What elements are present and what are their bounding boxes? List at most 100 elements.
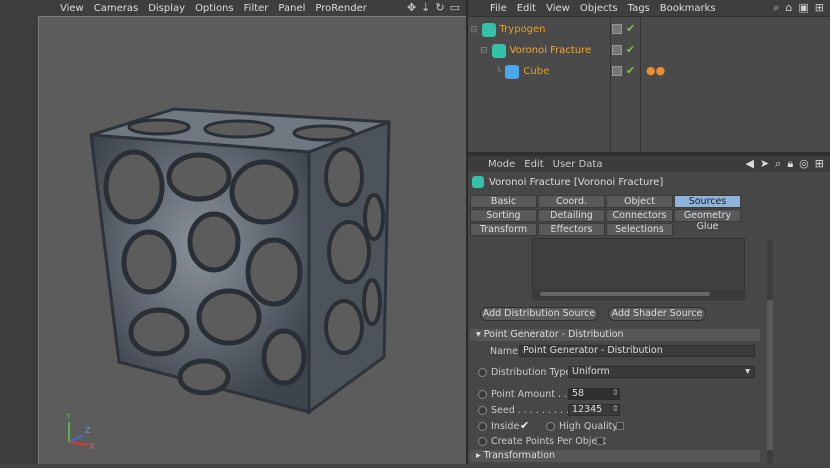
stepper-arrows-icon[interactable]: ⇕ xyxy=(612,404,619,413)
animate-radio[interactable] xyxy=(478,390,487,399)
tab-effectors[interactable]: Effectors xyxy=(538,223,605,236)
menu-display[interactable]: Display xyxy=(148,3,185,14)
am-vscroll-thumb[interactable] xyxy=(767,300,773,450)
viewport-3d[interactable]: Y Z X xyxy=(38,16,466,464)
high-quality-label: High Quality xyxy=(559,421,618,432)
dolly-icon[interactable]: ⇣ xyxy=(421,1,430,14)
tab-object[interactable]: Object xyxy=(606,195,673,208)
home-icon[interactable]: ⌂ xyxy=(785,1,792,15)
menu-view[interactable]: View xyxy=(60,3,84,14)
name-field[interactable]: Point Generator - Distribution xyxy=(519,345,755,357)
tab-detailing[interactable]: Detailing xyxy=(538,209,605,222)
animate-radio[interactable] xyxy=(478,437,487,446)
visibility-toggle[interactable] xyxy=(612,45,622,55)
om-menu-file[interactable]: File xyxy=(490,3,507,14)
am-menu-mode[interactable]: Mode xyxy=(488,159,515,170)
svg-text:Z: Z xyxy=(85,426,91,435)
om-menu-objects[interactable]: Objects xyxy=(580,3,618,14)
lock-icon[interactable]: ▣ xyxy=(798,1,808,15)
tree-collapse-icon[interactable]: ⊟ xyxy=(480,46,488,56)
tab-selections[interactable]: Selections xyxy=(606,223,673,236)
menu-filter[interactable]: Filter xyxy=(244,3,269,14)
am-menu-userdata[interactable]: User Data xyxy=(553,159,603,170)
svg-text:Y: Y xyxy=(65,412,71,421)
lock-icon[interactable]: 🔒︎ xyxy=(787,157,793,171)
visibility-toggle[interactable] xyxy=(612,24,622,34)
material-tag-icon[interactable]: ●● xyxy=(646,64,665,77)
name-label: Name xyxy=(490,346,519,357)
tree-collapse-icon[interactable]: ⊟ xyxy=(470,25,478,35)
maximize-icon[interactable]: ▭ xyxy=(450,1,460,14)
animate-radio[interactable] xyxy=(478,422,487,431)
distribution-type-select[interactable]: Uniform ▾ xyxy=(568,366,755,378)
stepper-arrows-icon[interactable]: ⇕ xyxy=(612,388,619,397)
distribution-type-label: Distribution Type xyxy=(491,367,572,378)
object-row-trypogen[interactable]: ⊟ Trypogen ✔ xyxy=(468,19,830,40)
object-name-trypogen[interactable]: Trypogen xyxy=(500,24,546,35)
voronoi-fracture-icon xyxy=(491,43,506,58)
enabled-check-icon[interactable]: ✔ xyxy=(626,22,635,35)
object-row-cube[interactable]: └ Cube ✔ ●● xyxy=(468,61,830,82)
trypogen-icon xyxy=(481,22,496,37)
tab-transform[interactable]: Transform xyxy=(470,223,537,236)
om-menu-view[interactable]: View xyxy=(546,3,570,14)
object-manager: ⊟ Trypogen ✔ ⊟ Voronoi Fracture ✔ └ Cube… xyxy=(468,16,830,152)
menu-cameras[interactable]: Cameras xyxy=(94,3,138,14)
tab-sources[interactable]: Sources xyxy=(674,195,741,208)
cursor-icon[interactable]: ➤ xyxy=(760,157,769,171)
section-transformation[interactable]: ▸ Transformation xyxy=(470,450,760,462)
viewport-nav-icons: ✥ ⇣ ↻ ▭ xyxy=(407,1,460,14)
am-title: Voronoi Fracture [Voronoi Fracture] xyxy=(472,176,663,188)
attribute-manager-menubar: Mode Edit User Data ◀ ➤ ⌕ 🔒︎ ◎ ⊞ xyxy=(468,156,830,172)
voronoi-cube-render: Y Z X xyxy=(65,107,391,451)
expand-icon[interactable]: ⊞ xyxy=(815,1,824,15)
tab-connectors[interactable]: Connectors xyxy=(606,209,673,222)
object-row-voronoi[interactable]: ⊟ Voronoi Fracture ✔ xyxy=(468,40,830,61)
menu-prorender[interactable]: ProRender xyxy=(315,3,366,14)
new-panel-icon[interactable]: ⊞ xyxy=(815,157,824,171)
am-toolbar-icons: ◀ ➤ ⌕ 🔒︎ ◎ ⊞ xyxy=(745,157,824,171)
tab-sorting[interactable]: Sorting xyxy=(470,209,537,222)
section-point-generator[interactable]: ▾ Point Generator - Distribution xyxy=(470,329,760,341)
tab-basic[interactable]: Basic xyxy=(470,195,537,208)
add-shader-source-button[interactable]: Add Shader Source xyxy=(608,307,706,321)
object-manager-menubar: File Edit View Objects Tags Bookmarks ⌕ … xyxy=(468,0,830,16)
section-point-generator-label: Point Generator - Distribution xyxy=(483,329,624,340)
om-menu-edit[interactable]: Edit xyxy=(517,3,536,14)
search-icon[interactable]: ⌕ xyxy=(773,1,779,15)
animate-radio[interactable] xyxy=(546,422,555,431)
menu-options[interactable]: Options xyxy=(195,3,234,14)
create-points-label: Create Points Per Object xyxy=(491,436,607,447)
seed-label: Seed . . . . . . . . . xyxy=(491,405,570,416)
am-menu-edit[interactable]: Edit xyxy=(524,159,543,170)
menu-panel[interactable]: Panel xyxy=(278,3,305,14)
voronoi-fracture-icon xyxy=(472,176,484,188)
back-arrow-icon[interactable]: ◀ xyxy=(745,157,753,171)
move-view-icon[interactable]: ✥ xyxy=(407,1,416,14)
search-icon[interactable]: ⌕ xyxy=(775,157,781,171)
inside-label: Inside xyxy=(491,421,520,432)
cube-icon xyxy=(505,64,520,79)
animate-radio[interactable] xyxy=(478,406,487,415)
am-object-title: Voronoi Fracture [Voronoi Fracture] xyxy=(489,176,664,188)
visibility-toggle[interactable] xyxy=(612,66,622,76)
add-distribution-source-button[interactable]: Add Distribution Source xyxy=(480,307,598,321)
inside-checkbox-check-icon[interactable]: ✔ xyxy=(520,419,529,432)
create-points-checkbox[interactable] xyxy=(596,437,604,445)
tab-coord[interactable]: Coord. xyxy=(538,195,605,208)
point-amount-label: Point Amount . . xyxy=(491,389,568,400)
rotate-view-icon[interactable]: ↻ xyxy=(435,1,444,14)
tab-geometry-glue[interactable]: Geometry Glue xyxy=(674,209,741,232)
object-name-voronoi[interactable]: Voronoi Fracture xyxy=(510,45,592,56)
enabled-check-icon[interactable]: ✔ xyxy=(626,64,635,77)
chevron-down-icon: ▾ xyxy=(745,366,750,377)
om-menu-tags[interactable]: Tags xyxy=(628,3,650,14)
enabled-check-icon[interactable]: ✔ xyxy=(626,43,635,56)
object-name-cube[interactable]: Cube xyxy=(523,66,549,77)
om-menu-bookmarks[interactable]: Bookmarks xyxy=(660,3,716,14)
target-icon[interactable]: ◎ xyxy=(799,157,809,171)
animate-radio[interactable] xyxy=(478,368,487,377)
sources-hscroll-thumb[interactable] xyxy=(540,292,710,296)
om-column-divider xyxy=(610,17,611,152)
high-quality-checkbox[interactable] xyxy=(616,422,624,430)
